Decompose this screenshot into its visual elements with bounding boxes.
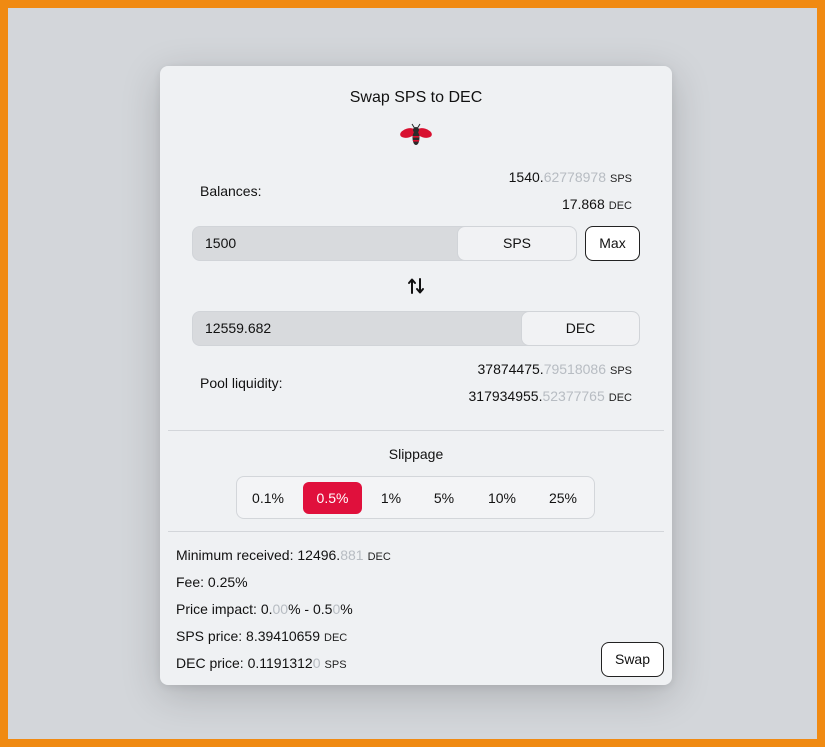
price-impact-label: Price impact: [176, 601, 261, 617]
slippage-option-0-5[interactable]: 0.5% [303, 482, 362, 514]
balance-sps-unit: SPS [609, 173, 632, 185]
sps-price-value: 8.39410659 [246, 628, 320, 644]
dec-price-value: 0.1191312 [247, 655, 313, 671]
balance-dec-unit: DEC [608, 200, 632, 212]
price-impact-b-pct: % [340, 601, 353, 617]
sps-amount-input[interactable]: 1500 SPS [192, 226, 577, 261]
swap-button[interactable]: Swap [601, 642, 664, 677]
minimum-received: Minimum received: 12496.881 DEC [176, 547, 391, 563]
pool-dec-whole: 317934955. [468, 388, 543, 404]
sps-amount-value[interactable]: 1500 [205, 227, 236, 260]
price-impact-a-main: 0. [260, 601, 273, 617]
slippage-option-10[interactable]: 10% [477, 482, 527, 514]
max-button[interactable]: Max [585, 226, 640, 261]
balance-sps: 1540.62778978 SPS [509, 169, 632, 185]
slippage-option-0-1[interactable]: 0.1% [244, 482, 292, 514]
pool-sps-unit: SPS [609, 365, 632, 377]
sps-price-unit: DEC [324, 632, 348, 644]
wasp-logo-icon [400, 123, 432, 145]
balance-dec: 17.868 DEC [562, 196, 632, 212]
minimum-received-unit: DEC [367, 551, 391, 563]
balances-label: Balances: [200, 183, 262, 199]
dec-amount-value: 12559.682 [205, 320, 272, 336]
pool-sps-fraction: 79518086 [543, 361, 606, 377]
slippage-option-1[interactable]: 1% [371, 482, 411, 514]
pool-sps-whole: 37874475. [477, 361, 544, 377]
divider [168, 430, 664, 431]
pool-dec-unit: DEC [608, 392, 632, 404]
balance-sps-fraction: 62778978 [543, 169, 606, 185]
minimum-received-fraction: 881 [340, 547, 364, 563]
price-impact-b-main: 0.5 [312, 601, 333, 617]
dec-price: DEC price: 0.11913120 SPS [176, 655, 347, 671]
price-impact-a-pct: % [288, 601, 301, 617]
price-impact-separator: - [300, 601, 313, 617]
modal-title: Swap SPS to DEC [349, 89, 483, 106]
sps-token-selector[interactable]: SPS [457, 227, 576, 260]
price-impact-a-dim: 00 [272, 601, 289, 617]
fee: Fee: 0.25% [176, 574, 248, 590]
sps-price-label: SPS price: [176, 628, 247, 644]
slippage-option-25[interactable]: 25% [539, 482, 587, 514]
minimum-received-label: Minimum received: [176, 547, 298, 563]
pool-liquidity-label: Pool liquidity: [200, 375, 283, 391]
sps-price: SPS price: 8.39410659 DEC [176, 628, 347, 644]
pool-dec: 317934955.52377765 DEC [469, 388, 633, 404]
pool-sps: 37874475.79518086 SPS [478, 361, 633, 377]
dec-price-label: DEC price: [176, 655, 248, 671]
pool-dec-fraction: 52377765 [542, 388, 605, 404]
divider [168, 531, 664, 532]
slippage-option-5[interactable]: 5% [423, 482, 465, 514]
dec-token-selector[interactable]: DEC [521, 312, 639, 345]
swap-modal: Swap SPS to DEC Balances: 1540.62778978 S… [160, 66, 672, 685]
balance-sps-whole: 1540. [508, 169, 544, 185]
balance-dec-whole: 17.868 [561, 196, 605, 212]
dec-amount-output: 12559.682 DEC [192, 311, 640, 346]
dec-price-dim: 0 [312, 655, 321, 671]
slippage-options: 0.1% 0.5% 1% 5% 10% 25% [236, 476, 595, 519]
minimum-received-whole: 12496. [297, 547, 341, 563]
slippage-title: Slippage [388, 446, 444, 462]
price-impact: Price impact: 0.00% - 0.50% [176, 601, 353, 617]
dec-price-unit: SPS [324, 659, 347, 671]
swap-vertical-arrows-icon[interactable] [407, 277, 425, 295]
